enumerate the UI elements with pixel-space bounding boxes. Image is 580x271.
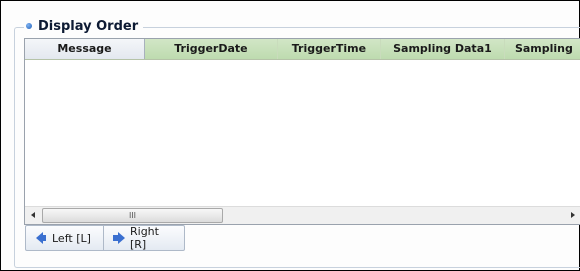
column-header-sampling[interactable]: Sampling [504, 39, 580, 59]
column-header-triggertime[interactable]: TriggerTime [277, 39, 381, 59]
scroll-right-arrow-icon [571, 212, 575, 218]
group-title: Display Order [38, 18, 139, 34]
arrow-left-icon [36, 232, 46, 244]
move-left-label: Left [L] [52, 231, 91, 245]
scroll-thumb[interactable]: III [42, 208, 223, 223]
group-header: Display Order [24, 17, 144, 35]
scroll-right-button[interactable] [565, 207, 580, 223]
move-right-button[interactable]: Right [R] [104, 225, 184, 251]
bullet-icon [26, 23, 32, 29]
horizontal-scrollbar[interactable]: III [25, 206, 580, 224]
grid-body[interactable] [25, 60, 580, 207]
scroll-left-button[interactable] [25, 207, 41, 223]
column-header-triggerdate[interactable]: TriggerDate [144, 39, 278, 59]
move-buttons-bar: Left [L] Right [R] [25, 225, 185, 251]
display-order-grid[interactable]: Message TriggerDate TriggerTime Sampling… [24, 38, 580, 225]
scroll-grip-icon: III [128, 210, 137, 220]
move-left-button[interactable]: Left [L] [26, 226, 104, 250]
move-right-label: Right [R] [130, 225, 159, 251]
scroll-left-arrow-icon [31, 212, 35, 218]
arrow-right-icon [113, 232, 125, 244]
column-header-sampling-data1[interactable]: Sampling Data1 [380, 39, 505, 59]
grid-header: Message TriggerDate TriggerTime Sampling… [25, 39, 580, 60]
column-header-message[interactable]: Message [25, 39, 145, 59]
